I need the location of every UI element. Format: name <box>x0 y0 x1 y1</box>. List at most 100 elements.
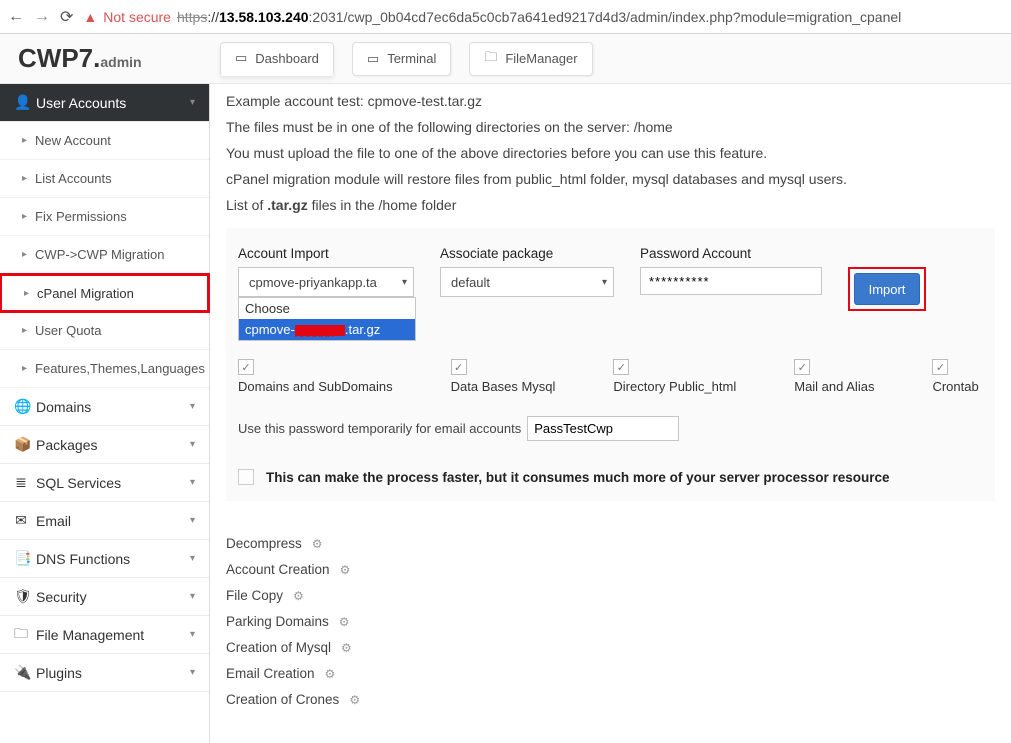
chevron-down-icon: ▾ <box>190 515 195 526</box>
account-import-dropdown: Choose cpmove-xxxxxx.tar.gz <box>238 297 416 341</box>
tab-terminal[interactable]: ▭ Terminal <box>352 42 451 76</box>
associate-package-select[interactable]: default ▾ <box>440 267 614 297</box>
col-associate-package: Associate package default ▾ <box>440 246 614 297</box>
globe-icon: 🌐 <box>14 398 28 415</box>
check-databases-label: Data Bases Mysql <box>451 379 556 394</box>
tab-filemanager[interactable]: 🗀 FileManager <box>469 42 592 76</box>
dropdown-option-choose[interactable]: Choose <box>239 298 415 319</box>
sidebar-group-domains[interactable]: 🌐Domains▾ <box>0 388 209 426</box>
chevron-down-icon: ▾ <box>190 439 195 450</box>
sidebar-group-label: File Management <box>36 627 144 643</box>
gear-icon: ⚙ <box>325 661 336 687</box>
filemanager-icon: 🗀 <box>484 48 497 70</box>
chevron-down-icon: ▾ <box>190 667 195 678</box>
shield-icon: 🛡 <box>14 588 28 605</box>
folder-icon: 🗀 <box>14 623 28 647</box>
sidebar-group-file-mgmt[interactable]: 🗀 File Management ▾ <box>0 616 209 654</box>
sidebar-group-dns[interactable]: 📑 DNS Functions ▾ <box>0 540 209 578</box>
sidebar-group-sql[interactable]: ≣SQL Services▾ <box>0 464 209 502</box>
step-email: Email Creation⚙ <box>226 661 995 687</box>
caret-right-icon: ▸ <box>22 249 27 260</box>
chevron-down-icon: ▾ <box>190 553 195 564</box>
checkbox-mail[interactable]: ✓ <box>794 359 810 375</box>
gear-icon: ⚙ <box>341 635 352 661</box>
check-directory: ✓ Directory Public_html <box>613 359 736 394</box>
select-caret-icon: ▾ <box>602 277 607 288</box>
sidebar-group-packages[interactable]: 📦Packages▾ <box>0 426 209 464</box>
sidebar-item-cwp-migration[interactable]: ▸CWP->CWP Migration <box>0 236 209 274</box>
sidebar-item-new-account[interactable]: ▸New Account <box>0 122 209 160</box>
account-import-value: cpmove-priyankapp.ta <box>249 275 377 290</box>
col-account-import: Account Import cpmove-priyankapp.ta ▾ Ch… <box>238 246 414 297</box>
chevron-down-icon: ▾ <box>190 591 195 602</box>
import-form: Account Import cpmove-priyankapp.ta ▾ Ch… <box>226 228 995 501</box>
step-crones: Creation of Crones⚙ <box>226 687 995 713</box>
check-directory-label: Directory Public_html <box>613 379 736 394</box>
forward-icon: → <box>34 8 50 26</box>
checkbox-crontab[interactable]: ✓ <box>932 359 948 375</box>
sidebar-item-label: Fix Permissions <box>35 209 127 224</box>
sidebar: 👤User Accounts ▾ ▸New Account ▸List Acco… <box>0 84 210 743</box>
sidebar-group-label: DNS Functions <box>36 551 130 567</box>
col-password-account: Password Account <box>640 246 822 295</box>
associate-package-value: default <box>451 275 490 290</box>
reload-icon[interactable]: ⟳ <box>60 7 73 27</box>
intro-line-1: Example account test: cpmove-test.tar.gz <box>226 88 995 114</box>
sidebar-item-fix-permissions[interactable]: ▸ Fix Permissions <box>0 198 209 236</box>
password-account-input[interactable] <box>640 267 822 295</box>
temp-password-input[interactable] <box>527 416 679 441</box>
sidebar-group-security[interactable]: 🛡Security▾ <box>0 578 209 616</box>
sidebar-group-user-accounts[interactable]: 👤User Accounts ▾ <box>0 84 209 122</box>
dropdown-option-file[interactable]: cpmove-xxxxxx.tar.gz <box>239 319 415 340</box>
import-button-highlight: Import <box>848 267 926 311</box>
gear-icon: ⚙ <box>339 609 350 635</box>
import-button[interactable]: Import <box>854 273 920 305</box>
sidebar-item-cpanel-migration[interactable]: ▸cPanel Migration <box>0 274 209 312</box>
sidebar-item-label: List Accounts <box>35 171 112 186</box>
browser-bar: ← → ⟳ ▲ Not secure https://13.58.103.240… <box>0 0 1011 34</box>
url-host: 13.58.103.240 <box>219 9 309 25</box>
step-decompress: Decompress⚙ <box>226 531 995 557</box>
caret-right-icon: ▸ <box>24 288 29 299</box>
sidebar-group-plugins[interactable]: 🔌Plugins▾ <box>0 654 209 692</box>
password-account-label: Password Account <box>640 246 822 261</box>
temp-password-label: Use this password temporarily for email … <box>238 421 521 436</box>
sidebar-item-features[interactable]: ▸Features,Themes,Languages <box>0 350 209 388</box>
checkbox-fast-mode[interactable] <box>238 469 254 485</box>
sidebar-item-list-accounts[interactable]: ▸List Accounts <box>0 160 209 198</box>
sidebar-group-email[interactable]: ✉Email▾ <box>0 502 209 540</box>
temp-password-row: Use this password temporarily for email … <box>238 416 983 441</box>
intro-line-5: List of .tar.gz files in the /home folde… <box>226 192 995 218</box>
check-crontab-label: Crontab <box>932 379 978 394</box>
checkbox-directory[interactable]: ✓ <box>613 359 629 375</box>
gear-icon: ⚙ <box>349 687 360 713</box>
database-icon: ≣ <box>14 474 28 491</box>
brand: CWP7.admin <box>0 43 210 74</box>
intro-line-3: You must upload the file to one of the a… <box>226 140 995 166</box>
check-domains: ✓ Domains and SubDomains <box>238 359 393 394</box>
url-bar[interactable]: ▲ Not secure https://13.58.103.240:2031/… <box>83 9 1003 25</box>
gear-icon: ⚙ <box>293 583 304 609</box>
col-import-button: Import <box>848 246 926 311</box>
checkbox-databases[interactable]: ✓ <box>451 359 467 375</box>
back-icon[interactable]: ← <box>8 8 24 26</box>
url-path: :2031/cwp_0b04cd7ec6da5c0cb7a641ed9217d4… <box>309 9 902 25</box>
dns-icon: 📑 <box>14 550 28 567</box>
account-import-select[interactable]: cpmove-priyankapp.ta ▾ Choose cpmove-xxx… <box>238 267 414 297</box>
fast-mode-label: This can make the process faster, but it… <box>266 470 889 485</box>
chevron-down-icon: ▾ <box>190 477 195 488</box>
progress-steps: Decompress⚙ Account Creation⚙ File Copy⚙… <box>226 531 995 713</box>
sidebar-item-label: User Quota <box>35 323 101 338</box>
tab-terminal-label: Terminal <box>387 51 436 66</box>
chevron-down-icon: ▾ <box>190 629 195 640</box>
select-caret-icon: ▾ <box>402 277 407 288</box>
checkbox-domains[interactable]: ✓ <box>238 359 254 375</box>
caret-right-icon: ▸ <box>22 211 27 222</box>
tab-dashboard[interactable]: ▭ Dashboard <box>220 42 334 76</box>
sidebar-item-user-quota[interactable]: ▸User Quota <box>0 312 209 350</box>
intro-line-4: cPanel migration module will restore fil… <box>226 166 995 192</box>
check-databases: ✓ Data Bases Mysql <box>451 359 556 394</box>
sidebar-group-label: Packages <box>36 437 97 453</box>
terminal-icon: ▭ <box>367 51 379 67</box>
dashboard-icon: ▭ <box>235 50 247 66</box>
